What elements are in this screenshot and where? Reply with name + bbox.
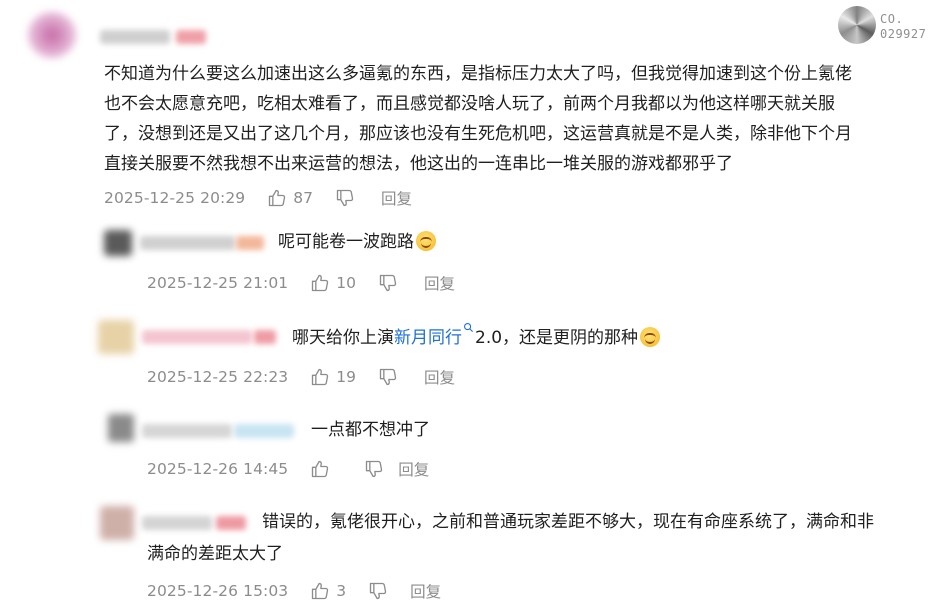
laughing-crying-emoji-icon	[416, 231, 436, 251]
thumbs-up-icon	[312, 582, 329, 600]
avatar[interactable]	[104, 230, 132, 256]
username-blurred[interactable]	[100, 30, 170, 44]
comment-meta: 2025-12-25 21:01 10 回复	[147, 272, 455, 294]
username-blurred[interactable]	[142, 424, 232, 438]
search-icon[interactable]	[463, 322, 474, 333]
dislike-button[interactable]	[378, 367, 398, 387]
thumbs-down-icon	[379, 274, 397, 292]
comment-meta: 2025-12-26 15:03 3 回复	[147, 580, 441, 602]
timestamp: 2025-12-26 14:45	[147, 460, 289, 478]
like-count: 10	[336, 274, 357, 292]
like-count: 19	[336, 368, 357, 386]
user-badge-blurred	[216, 516, 246, 530]
user-badge-blurred	[254, 330, 276, 344]
watermark: CO. 029927	[838, 6, 948, 44]
avatar[interactable]	[98, 320, 134, 354]
thumbs-down-icon	[369, 582, 387, 600]
like-button[interactable]	[310, 459, 336, 479]
comment-text-line: 不知道为什么要这么加速出这么多逼氪的东西，是指标压力太大了吗，但我觉得加速到这个…	[104, 64, 852, 84]
reply-button[interactable]: 回复	[410, 580, 441, 602]
like-button[interactable]: 87	[267, 188, 313, 208]
timestamp: 2025-12-25 22:23	[147, 368, 289, 386]
thumbs-up-icon	[312, 460, 329, 478]
timestamp: 2025-12-25 21:01	[147, 274, 289, 292]
avatar[interactable]	[28, 12, 76, 58]
comment-meta: 2025-12-25 22:23 19 回复	[147, 366, 455, 388]
like-button[interactable]: 3	[310, 581, 346, 601]
reply-text: 呢可能卷一波跑路	[278, 228, 436, 257]
thumbs-down-icon	[366, 460, 383, 478]
username-blurred[interactable]	[140, 236, 235, 250]
thumbs-up-icon	[312, 274, 329, 292]
avatar[interactable]	[108, 414, 134, 442]
reply-button[interactable]: 回复	[398, 458, 429, 480]
like-count: 87	[293, 189, 314, 207]
comment-text-line: 了，没想到还是又出了这几个月，那应该也没有生死危机吧，这运营真就是不是人类，除非…	[104, 124, 852, 144]
thumbs-down-icon	[379, 368, 397, 386]
reply-text: 哪天给你上演新月同行 2.0，还是更阴的那种	[292, 322, 661, 353]
reply-text: 一点都不想冲了	[311, 420, 430, 440]
like-button[interactable]: 19	[310, 367, 356, 387]
reply-button[interactable]: 回复	[381, 187, 412, 209]
dislike-button[interactable]	[368, 581, 388, 601]
reply-button[interactable]: 回复	[424, 366, 455, 388]
comment-text-line: 直接关服要不然我想不出来运营的想法，他这出的一连串比一堆关服的游戏都邪乎了	[104, 154, 733, 174]
timestamp: 2025-12-26 15:03	[147, 582, 289, 600]
laughing-crying-emoji-icon	[640, 327, 661, 347]
comment-text-line: 也不会太愿意充吧，吃相太难看了，而且感觉都没啥人玩了，前两个月我都以为他这样哪天…	[104, 94, 835, 114]
thumbs-down-icon	[336, 189, 354, 207]
timestamp: 2025-12-25 20:29	[104, 189, 246, 207]
dislike-button[interactable]	[378, 273, 398, 293]
user-badge-blurred	[176, 30, 206, 44]
thumbs-up-icon	[312, 368, 329, 386]
comment-meta: 2025-12-25 20:29 87 回复	[104, 187, 412, 209]
watermark-line2: 029927	[880, 27, 927, 41]
reply-button[interactable]: 回复	[424, 272, 455, 294]
comment-meta: 2025-12-26 14:45 回复	[147, 458, 429, 480]
dislike-button[interactable]	[335, 188, 355, 208]
user-badge-blurred	[236, 236, 264, 250]
reply-text-line: 错误的，氪佬很开心，之前和普通玩家差距不够大，现在有命座系统了，满命和非	[262, 512, 874, 532]
avatar[interactable]	[100, 506, 134, 540]
like-count: 3	[336, 582, 347, 600]
thumbs-up-icon	[269, 189, 286, 207]
username-blurred[interactable]	[142, 330, 252, 344]
watermark-line1: CO.	[880, 12, 904, 26]
reply-text-line: 满命的差距太大了	[147, 544, 283, 564]
watermark-logo	[838, 6, 876, 44]
user-badge-blurred	[234, 424, 294, 438]
topic-link[interactable]: 新月同行	[394, 328, 462, 348]
dislike-button[interactable]	[364, 459, 384, 479]
username-blurred[interactable]	[142, 516, 212, 530]
like-button[interactable]: 10	[310, 273, 356, 293]
